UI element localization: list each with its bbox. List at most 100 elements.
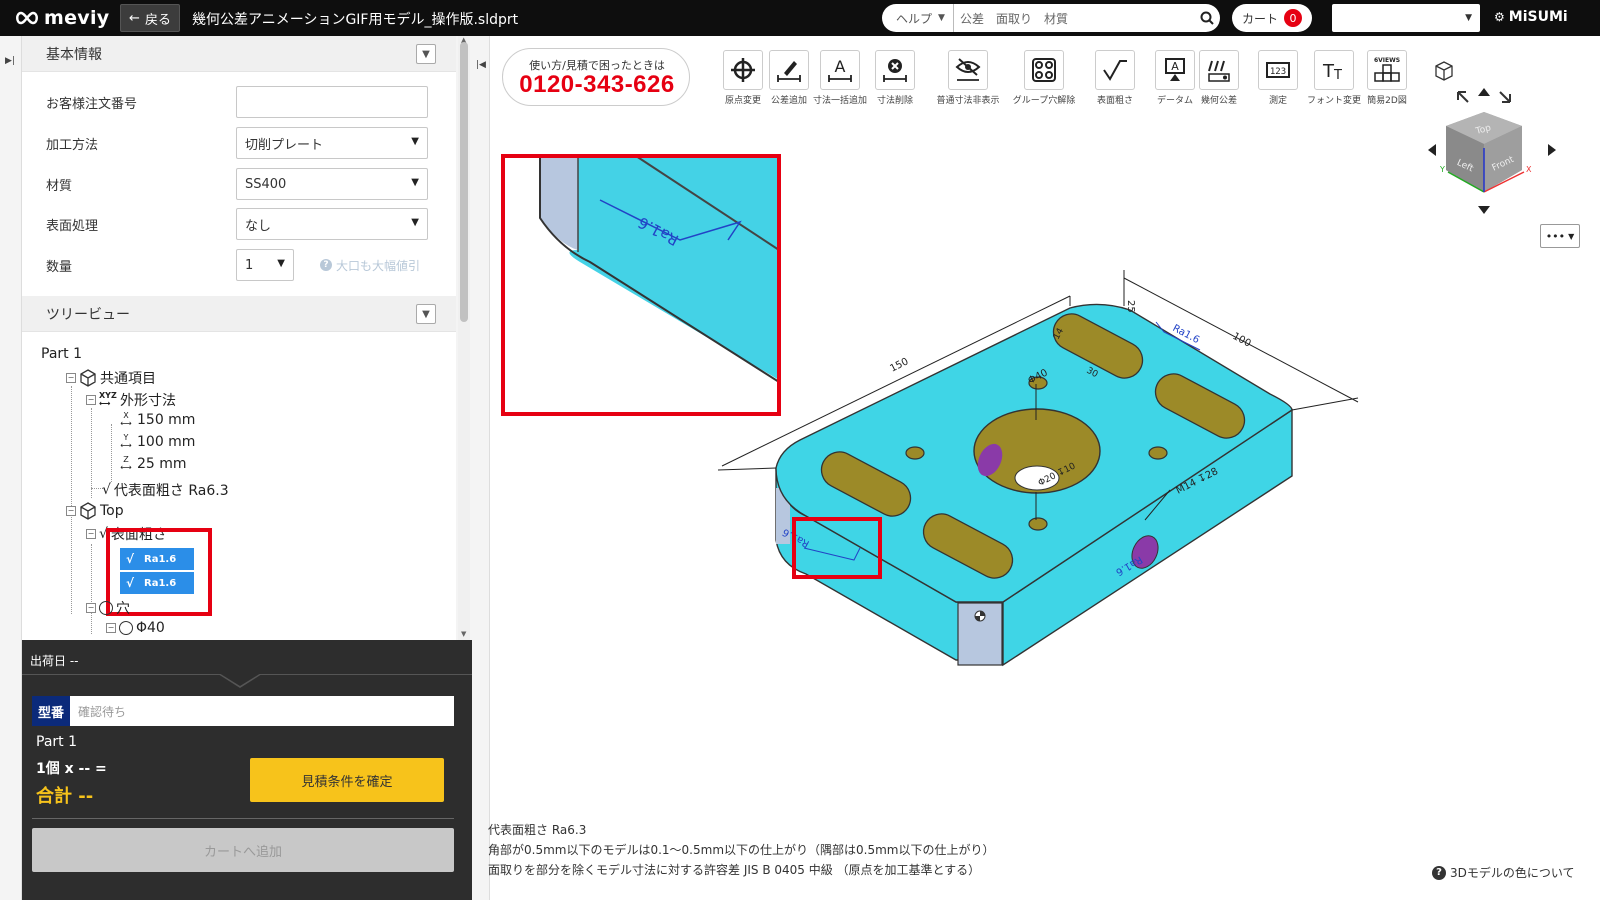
model-color-help-link[interactable]: ? 3Dモデルの色について: [1432, 864, 1575, 881]
dim-x-value: 150 mm: [137, 412, 196, 428]
cart-count-badge: 0: [1284, 9, 1302, 27]
hole-icon: [99, 601, 113, 615]
add-to-cart-button[interactable]: カートへ追加: [32, 828, 454, 872]
misumi-icon: ⚙: [1494, 10, 1505, 24]
collapse-icon[interactable]: −: [66, 373, 76, 383]
cube-icon: [80, 369, 96, 387]
help-dropdown[interactable]: ヘルプ ▼: [882, 4, 954, 32]
tree-node-outer-dims[interactable]: − XYZ ⟷ 外形寸法: [86, 390, 176, 410]
material-select[interactable]: SS400 ▼: [236, 168, 428, 200]
search-input[interactable]: 公差 面取り 材質: [954, 4, 1220, 32]
arrow-left-icon: ←: [129, 10, 140, 26]
process-label: 加工方法: [46, 137, 99, 153]
quantity-label: 数量: [46, 259, 73, 275]
process-select[interactable]: 切削プレート ▼: [236, 127, 428, 159]
surface-row: 表面処理 なし ▼: [46, 208, 446, 240]
dim-y-value: 100 mm: [137, 434, 196, 450]
model-number-label: 型番: [32, 696, 70, 726]
quantity-row: 数量 1 ▼ ? 大口も大幅値引: [46, 249, 446, 281]
note-line: 面取りを部分を除くモデル寸法に対する許容差 JIS B 0405 中級 （原点を…: [488, 863, 981, 877]
xyz-icon: XYZ ⟷: [99, 391, 117, 408]
tree-node-common[interactable]: − 共通項目: [66, 368, 156, 388]
model-scene[interactable]: 150 100 25 Φ40 Φ20 ↧10 M14 ↧28 14 30 Ra1…: [472, 36, 1600, 900]
dim-length: 150: [888, 356, 910, 374]
panel-toggle-icon[interactable]: ▶|: [5, 56, 15, 66]
tree-node-hole[interactable]: − 穴: [86, 598, 130, 618]
panel-scrollbar[interactable]: ▲ ▼: [458, 36, 470, 640]
meviy-logo[interactable]: meviy: [14, 6, 109, 30]
chevron-down-icon: ▼: [411, 177, 419, 188]
order-number-label: お客様注文番号: [46, 96, 138, 112]
order-panel: 出荷日 -- 型番 確認待ち Part 1 1個 x -- = 合計 -- 見積…: [22, 640, 472, 900]
surface-select[interactable]: なし ▼: [236, 208, 428, 240]
hole-label: 穴: [116, 601, 130, 617]
chevron-down-icon: ▼: [1465, 13, 1472, 23]
bulk-discount-note[interactable]: ? 大口も大幅値引: [320, 257, 420, 274]
hole-sub-label: Φ40: [136, 620, 165, 636]
note-line: 角部が0.5mm以下のモデルは0.1～0.5mm以下の仕上がり（隅部は0.5mm…: [488, 843, 995, 857]
model-notes: 代表面粗さ Ra6.3 角部が0.5mm以下のモデルは0.1～0.5mm以下の仕…: [488, 820, 994, 880]
cart-button[interactable]: カート 0: [1232, 4, 1312, 32]
part-label: Part 1: [41, 346, 82, 362]
scroll-down-icon[interactable]: ▼: [461, 630, 466, 638]
help-label: ヘルプ: [896, 11, 933, 26]
tree-node-hole-sub[interactable]: − Φ40: [106, 620, 165, 636]
collapse-icon[interactable]: −: [86, 603, 96, 613]
user-dropdown[interactable]: ▼: [1332, 4, 1480, 32]
surface-value: なし: [245, 218, 272, 234]
note-line: 代表面粗さ Ra6.3: [488, 823, 587, 837]
material-row: 材質 SS400 ▼: [46, 168, 446, 200]
chevron-down-icon[interactable]: ▼: [416, 304, 436, 324]
order-number-input[interactable]: [236, 86, 428, 118]
material-value: SS400: [245, 176, 287, 192]
file-name: 幾何公差アニメーションGIF用モデル_操作版.sldprt: [192, 12, 519, 28]
chevron-down-icon: ▼: [277, 258, 285, 269]
quantity-select[interactable]: 1 ▼: [236, 249, 294, 281]
dim-height: 25: [1125, 300, 1136, 313]
tree-view-header[interactable]: ツリービュー ▼: [22, 296, 456, 332]
chevron-down-icon: ▼: [411, 217, 419, 228]
outer-dims-label: 外形寸法: [120, 393, 176, 409]
model-number-row: 型番 確認待ち: [32, 696, 454, 726]
collapse-icon[interactable]: −: [86, 395, 96, 405]
common-label: 共通項目: [100, 371, 156, 387]
tree-node-dim-y[interactable]: Y ⟷ 100 mm: [118, 434, 196, 451]
top-bar: meviy ← 戻る 幾何公差アニメーションGIF用モデル_操作版.sldprt…: [0, 0, 1600, 36]
chevron-down-icon[interactable]: ▼: [416, 44, 436, 64]
material-label: 材質: [46, 178, 73, 194]
hole-icon: [119, 621, 133, 635]
collapse-icon[interactable]: −: [66, 506, 76, 516]
chevron-down-icon: ▼: [411, 136, 419, 147]
collapse-icon[interactable]: −: [106, 623, 116, 633]
tree-node-top[interactable]: − Top: [66, 502, 124, 520]
tree-node-dim-x[interactable]: X ⟷ 150 mm: [118, 411, 196, 429]
tree-node-rep-roughness[interactable]: √ 代表面粗さ Ra6.3: [102, 480, 229, 500]
order-number-row: お客様注文番号: [46, 86, 446, 118]
dim-width: 100: [1231, 331, 1253, 350]
confirm-quote-button[interactable]: 見積条件を確定: [250, 758, 444, 802]
tree-node-dim-z[interactable]: Z ⟷ 25 mm: [118, 455, 186, 473]
collapse-icon[interactable]: −: [86, 529, 96, 539]
scroll-thumb[interactable]: [460, 42, 468, 322]
x-dim-icon: X ⟷: [120, 411, 132, 428]
surface-label: 表面処理: [46, 218, 99, 234]
tree-node-part[interactable]: Part 1: [41, 346, 82, 362]
basic-info-header[interactable]: 基本情報 ▼: [22, 36, 456, 72]
origin-marker: [974, 610, 986, 622]
divider: [32, 818, 454, 819]
roughness-icon: √: [102, 482, 111, 498]
top-label: Top: [100, 503, 124, 519]
back-button[interactable]: ← 戻る: [120, 4, 180, 32]
cart-label: カート: [1241, 11, 1278, 26]
z-dim-icon: Z ⟷: [120, 455, 132, 472]
search-icon[interactable]: [1194, 5, 1220, 31]
order-qty-line: 1個 x -- =: [36, 761, 107, 777]
order-total: 合計 --: [36, 786, 94, 807]
model-number-value: 確認待ち: [78, 704, 127, 719]
search-placeholder: 公差 面取り 材質: [960, 11, 1069, 26]
logo-text: meviy: [44, 7, 110, 29]
help-icon: ?: [320, 259, 332, 271]
misumi-logo[interactable]: ⚙ MiSUMi: [1494, 9, 1568, 25]
cube-icon: [80, 502, 96, 520]
left-collapse-strip[interactable]: [0, 36, 22, 900]
